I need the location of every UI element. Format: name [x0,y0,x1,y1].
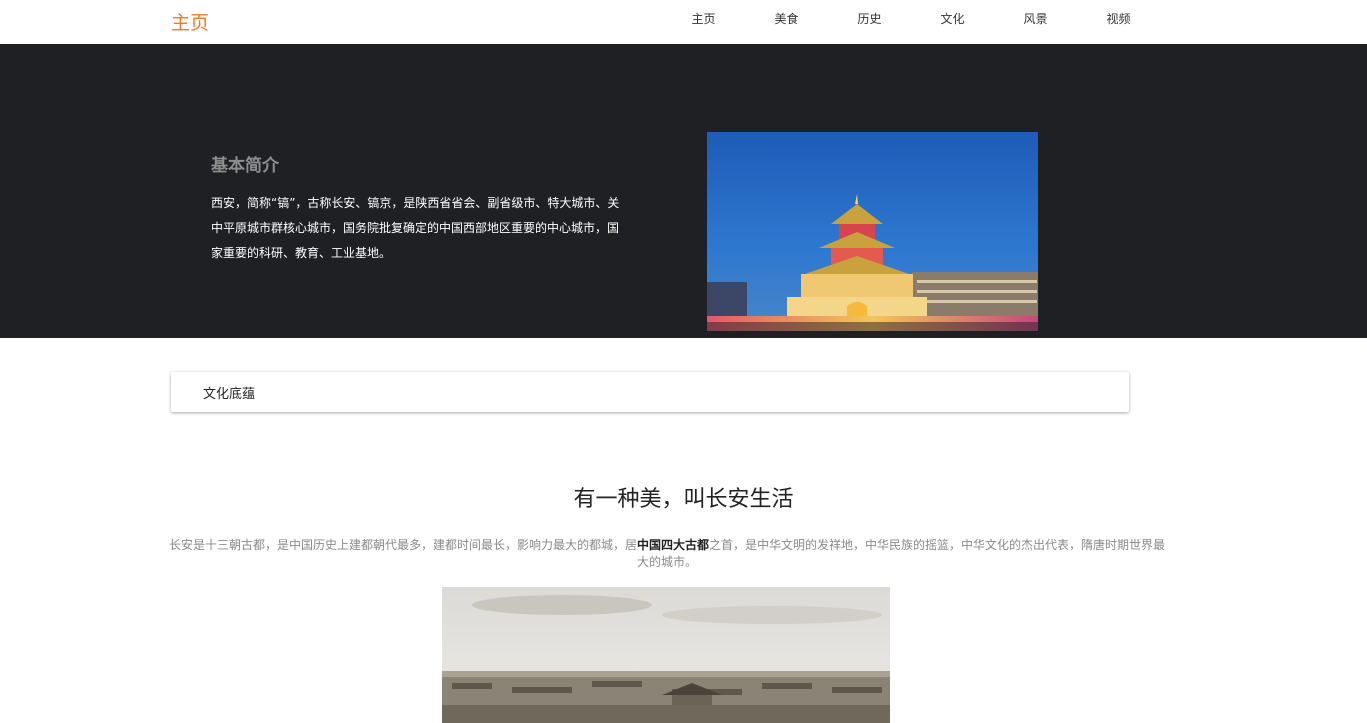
brand-home-link[interactable]: 主页 [171,8,209,35]
ancient-city-image [442,587,890,723]
bell-tower-image [707,132,1038,331]
nav-link-video[interactable]: 视频 [1077,0,1160,44]
top-navbar: 主页 主页 美食 历史 文化 风景 视频 [0,0,1367,44]
desc-highlight: 中国四大古都 [636,538,709,552]
nav-link-history[interactable]: 历史 [828,0,911,44]
nav-link-scenery[interactable]: 风景 [994,0,1077,44]
desc-part-2: 之首，是中华文明的发祥地，中华民族的摇篮，中华文化的杰出代表，隋唐时期世界最大的… [636,538,1166,569]
section-card-title: 文化底蕴 [203,387,256,402]
culture-section-card: 文化底蕴 [171,372,1129,412]
desc-part-1: 长安是十三朝古都，是中国历史上建都朝代最多，建都时间最长，影响力最大的都城，居 [168,538,637,552]
hero-intro-text: 西安，简称“镐”，古称长安、镐京，是陕西省省会、副省级市、特大城市、关中平原城市… [211,196,620,260]
nav-link-culture[interactable]: 文化 [911,0,994,44]
nav-link-home[interactable]: 主页 [662,0,745,44]
hero-title: 基本简介 [211,156,279,176]
nav-link-food[interactable]: 美食 [745,0,828,44]
culture-headline: 有一种美，叫长安生活 [573,487,794,512]
culture-description: 长安是十三朝古都，是中国历史上建都朝代最多，建都时间最长，影响力最大的都城，居中… [167,537,1167,571]
hero-section: 基本简介 西安，简称“镐”，古称长安、镐京，是陕西省省会、副省级市、特大城市、关… [0,44,1367,338]
nav-links: 主页 美食 历史 文化 风景 视频 [662,0,1160,44]
